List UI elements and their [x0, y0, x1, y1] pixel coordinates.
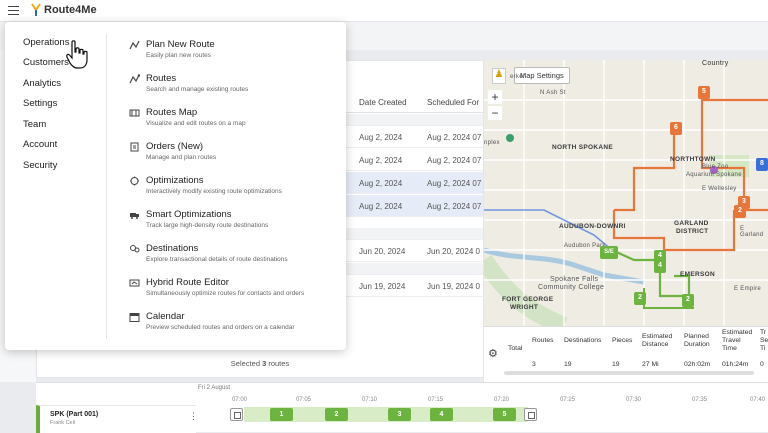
map-label: Aquarium Spokane — [686, 172, 742, 178]
map-label: GARLAND — [674, 220, 709, 227]
settings-gear-icon[interactable]: ⚙ — [488, 347, 498, 360]
timeline-tick: 07:25 — [560, 397, 576, 403]
route-plan-icon — [129, 40, 140, 50]
selected-routes-note: Selected 3 routes — [230, 359, 290, 368]
map-label: EMERSON — [680, 271, 715, 278]
stats-value: 27 Mi — [642, 361, 659, 368]
map-pin-start-end[interactable]: S/E — [600, 246, 618, 259]
hybrid-editor-icon — [129, 279, 140, 287]
map-label: NORTH SPOKANE — [552, 144, 613, 151]
map-pin[interactable]: 8 — [756, 158, 768, 171]
map-icon — [129, 109, 140, 117]
zoom-in-button[interactable]: + — [488, 90, 502, 104]
hamburger-menu-icon[interactable] — [8, 6, 19, 15]
map-pin[interactable]: 4 — [654, 260, 666, 273]
menu-security[interactable]: Security — [23, 160, 57, 171]
truck-icon — [130, 213, 139, 219]
map-pin[interactable]: 2 — [734, 205, 746, 218]
destinations-icon — [130, 245, 140, 253]
stats-header: Destinations — [564, 337, 602, 344]
map-canvas[interactable] — [484, 60, 768, 326]
orders-icon — [130, 142, 139, 152]
timeline-stop[interactable]: 1 — [270, 408, 293, 421]
menu-customers[interactable]: Customers — [23, 57, 69, 68]
menu-team[interactable]: Team — [23, 119, 46, 130]
calendar-icon — [129, 313, 140, 322]
map-pin[interactable]: 6 — [670, 122, 682, 135]
timeline-tick: 07:10 — [362, 397, 378, 403]
map-label: Spokane Falls — [550, 276, 599, 283]
timeline-tick: 07:30 — [626, 397, 642, 403]
map-label: Country — [702, 60, 729, 67]
menu-settings[interactable]: Settings — [23, 98, 57, 109]
stats-scrollbar[interactable] — [504, 371, 754, 375]
map-pin[interactable]: 2 — [682, 294, 694, 307]
stats-header: Estimated Travel Time — [722, 329, 753, 352]
route-stats: ⚙ Total Routes Destinations Pieces Estim… — [484, 326, 768, 382]
route-driver: Frank Celi — [50, 420, 76, 426]
map-pin[interactable]: 2 — [634, 292, 646, 305]
stats-value: 19 — [612, 361, 620, 368]
timeline-stop[interactable]: 2 — [325, 408, 348, 421]
stats-header: Planned Duration — [684, 333, 710, 348]
timeline-tick: 07:40 — [750, 397, 766, 403]
map-label: AUDUBON-DOWNRI — [559, 223, 626, 230]
logo-icon — [31, 3, 41, 16]
hand-cursor-icon — [66, 40, 88, 69]
stats-header-total: Total — [508, 345, 523, 352]
operations-dropdown-menu: Operations Customers Analytics Settings … — [5, 22, 346, 350]
stats-value: 0 — [760, 361, 764, 368]
map-label: N Ash St — [540, 90, 566, 96]
map-label: E Garland — [740, 226, 764, 238]
map-label: WRIGHT — [510, 304, 539, 311]
map-label: nplex — [484, 140, 500, 146]
map-label: Blue Zoo — [702, 164, 729, 170]
timeline-stop[interactable]: 5 — [493, 408, 516, 421]
map-label: E Wellesley — [702, 186, 737, 192]
top-bar: Route4Me — [0, 0, 768, 22]
menu-operations[interactable]: Operations — [23, 37, 69, 48]
stats-value: 3 — [532, 361, 536, 368]
home-end-icon[interactable] — [524, 408, 537, 421]
map-label: DISTRICT — [676, 228, 709, 235]
more-options-icon[interactable]: ⋮ — [189, 411, 198, 422]
timeline-stop[interactable]: 3 — [388, 408, 411, 421]
zoom-out-button[interactable]: − — [488, 106, 502, 120]
col-date-created[interactable]: Date Created — [359, 98, 407, 107]
col-scheduled-for[interactable]: Scheduled For — [427, 98, 479, 107]
timeline-tick: 07:00 — [232, 397, 248, 403]
timeline-date: Fri 2 August — [198, 385, 231, 391]
timeline-tick: 07:35 — [692, 397, 708, 403]
map-label: E Empire — [734, 286, 762, 292]
stats-header: Estimated Distance — [642, 333, 673, 348]
stats-header: Pieces — [612, 337, 633, 344]
timeline-tick: 07:20 — [494, 397, 510, 403]
home-start-icon[interactable] — [230, 408, 243, 421]
map-label: NORTHTOWN — [670, 156, 716, 163]
route-name: SPK (Part 001) — [50, 411, 99, 418]
stats-value: 02h:02m — [684, 361, 711, 368]
menu-divider — [106, 34, 107, 339]
timeline-stop[interactable]: 4 — [430, 408, 453, 421]
street-view-icon[interactable]: ♟ — [492, 68, 506, 84]
menu-analytics[interactable]: Analytics — [23, 78, 61, 89]
map-label: FORT GEORGE — [502, 296, 554, 303]
menu-account[interactable]: Account — [23, 139, 57, 150]
stats-value: 01h:24m — [722, 361, 749, 368]
map-label: Community College — [538, 284, 605, 291]
timeline-tick: 07:15 — [428, 397, 444, 403]
map-label: erkel — [510, 74, 525, 80]
map-pin[interactable]: 5 — [698, 86, 710, 99]
map-panel[interactable]: ♟ Map Settings + − Country erkel nplex N… — [484, 60, 768, 326]
logo-text: Route4Me — [44, 4, 97, 16]
app-logo[interactable]: Route4Me — [30, 3, 97, 17]
timeline-route-card[interactable]: SPK (Part 001) Frank Celi ⋮ — [36, 405, 198, 433]
stats-header: Tr Se Ti — [760, 329, 768, 352]
routes-icon — [129, 74, 140, 84]
stats-value: 19 — [564, 361, 572, 368]
stats-header: Routes — [532, 337, 554, 344]
optimizations-icon — [130, 176, 139, 186]
timeline-tick: 07:05 — [296, 397, 312, 403]
